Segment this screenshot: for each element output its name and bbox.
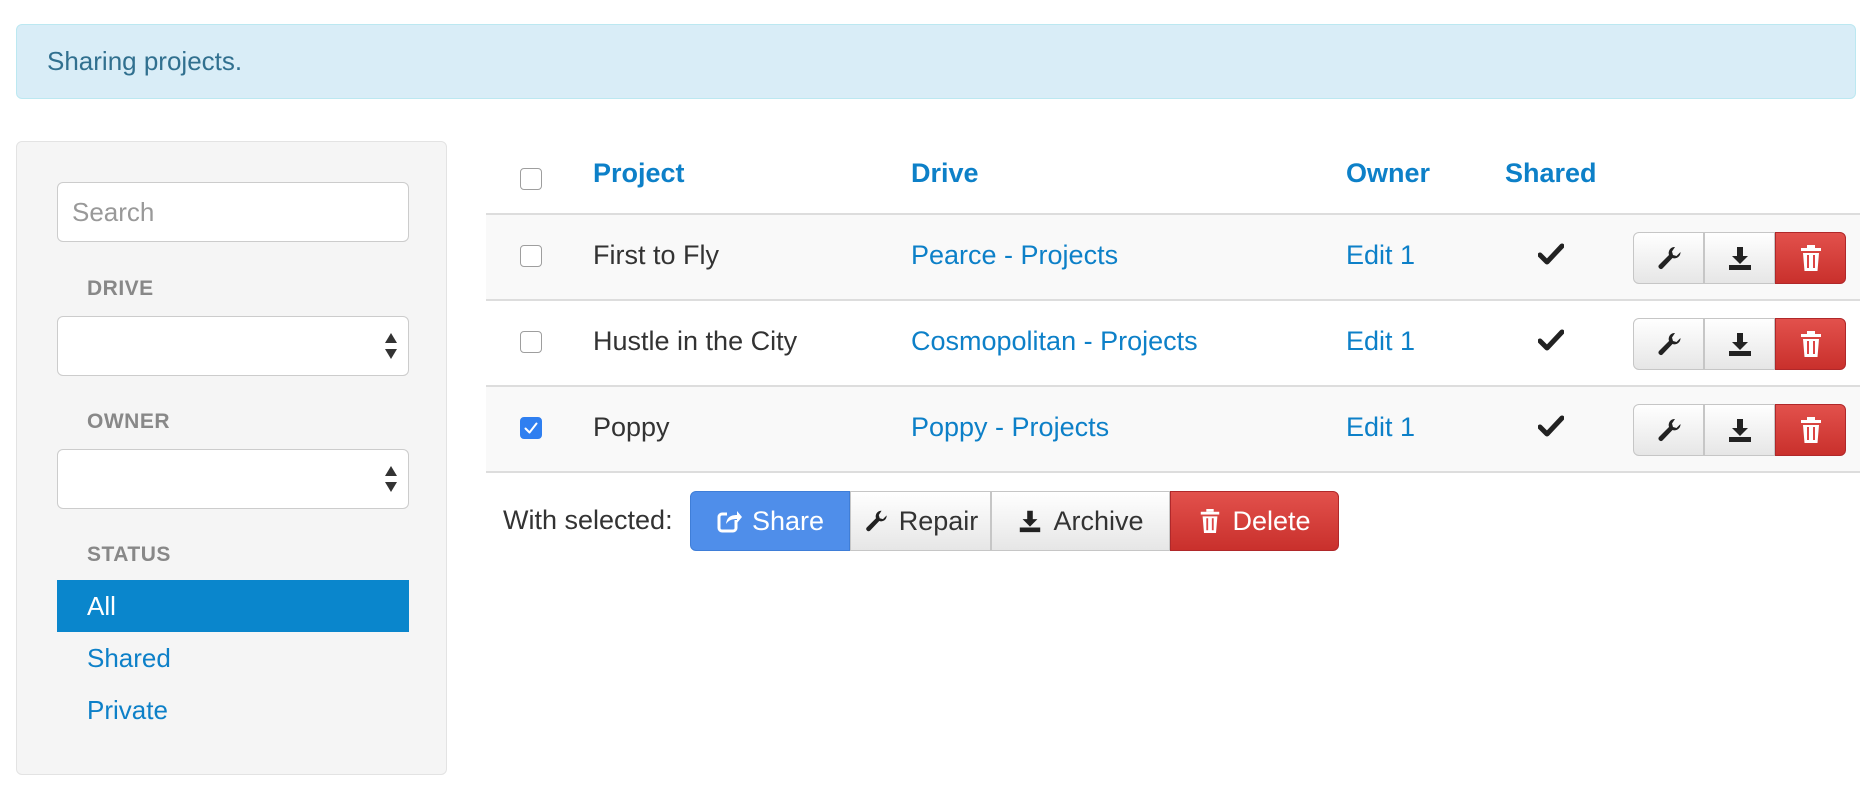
bulk-repair-label: Repair <box>898 505 979 536</box>
column-header-owner[interactable]: Owner <box>1346 158 1430 189</box>
filter-sidebar: DRIVE OWNER STATUS All Shared Private <box>16 141 447 775</box>
drive-link[interactable]: Cosmopolitan - Projects <box>911 325 1198 357</box>
trash-icon <box>1800 417 1821 443</box>
drive-select[interactable] <box>57 316 409 376</box>
table-row: Hustle in the City Cosmopolitan - Projec… <box>486 299 1860 385</box>
wrench-icon <box>1658 246 1681 269</box>
repair-button[interactable] <box>1633 232 1704 284</box>
delete-button[interactable] <box>1775 404 1846 456</box>
owner-link[interactable]: Edit 1 <box>1346 239 1415 271</box>
column-header-project[interactable]: Project <box>593 158 685 189</box>
owner-select[interactable] <box>57 449 409 509</box>
row-action-group <box>1633 232 1846 284</box>
download-icon <box>1728 247 1751 270</box>
wrench-icon <box>865 510 887 532</box>
bulk-share-label: Share <box>751 505 825 536</box>
bulk-delete-label: Delete <box>1232 505 1311 536</box>
row-checkbox[interactable] <box>520 331 542 353</box>
download-icon <box>1020 510 1041 533</box>
bulk-repair-button[interactable]: Repair <box>850 491 991 551</box>
download-icon <box>1728 419 1751 442</box>
drive-link[interactable]: Pearce - Projects <box>911 239 1118 271</box>
delete-button[interactable] <box>1775 318 1846 370</box>
select-all-checkbox[interactable] <box>520 168 542 190</box>
owner-filter-label: OWNER <box>87 410 170 433</box>
download-icon <box>1728 333 1751 356</box>
archive-button[interactable] <box>1704 404 1775 456</box>
bulk-delete-button[interactable]: Delete <box>1170 491 1339 551</box>
bulk-share-button[interactable]: Share <box>690 491 850 551</box>
row-checkbox[interactable] <box>520 417 542 439</box>
wrench-icon <box>1658 332 1681 355</box>
bulk-action-group: Share Repair Archive Delete <box>690 491 1339 551</box>
shared-check-icon <box>1538 329 1564 351</box>
delete-button[interactable] <box>1775 232 1846 284</box>
status-filter-label: STATUS <box>87 543 171 566</box>
status-item-all[interactable]: All <box>57 580 409 632</box>
owner-link[interactable]: Edit 1 <box>1346 411 1415 443</box>
status-item-private[interactable]: Private <box>57 684 409 736</box>
trash-icon <box>1201 509 1220 533</box>
alert-text: Sharing projects. <box>47 46 243 76</box>
shared-check-icon <box>1538 415 1564 437</box>
shared-check-icon <box>1538 243 1564 265</box>
project-name: Hustle in the City <box>593 326 798 356</box>
bulk-archive-label: Archive <box>1053 505 1144 536</box>
archive-button[interactable] <box>1704 318 1775 370</box>
repair-button[interactable] <box>1633 404 1704 456</box>
owner-link[interactable]: Edit 1 <box>1346 325 1415 357</box>
table-row: First to Fly Pearce - Projects Edit 1 <box>486 213 1860 299</box>
drive-link[interactable]: Poppy - Projects <box>911 411 1109 443</box>
bulk-actions-label: With selected: <box>503 505 673 535</box>
trash-icon <box>1800 331 1821 357</box>
row-action-group <box>1633 404 1846 456</box>
repair-button[interactable] <box>1633 318 1704 370</box>
archive-button[interactable] <box>1704 232 1775 284</box>
search-input[interactable] <box>57 182 409 242</box>
select-arrows-icon <box>385 333 397 359</box>
row-action-group <box>1633 318 1846 370</box>
column-header-drive[interactable]: Drive <box>911 158 979 189</box>
drive-filter-label: DRIVE <box>87 277 154 300</box>
column-header-shared[interactable]: Shared <box>1505 158 1597 189</box>
row-checkbox[interactable] <box>520 245 542 267</box>
wrench-icon <box>1658 418 1681 441</box>
project-name: Poppy <box>593 412 670 442</box>
checkmark-icon <box>524 422 538 434</box>
bulk-archive-button[interactable]: Archive <box>991 491 1170 551</box>
status-item-shared[interactable]: Shared <box>57 632 409 684</box>
table-row: Poppy Poppy - Projects Edit 1 <box>486 385 1860 473</box>
trash-icon <box>1800 245 1821 271</box>
select-arrows-icon <box>385 466 397 492</box>
share-icon <box>717 511 742 533</box>
project-name: First to Fly <box>593 240 719 270</box>
info-alert: Sharing projects. <box>16 24 1856 99</box>
